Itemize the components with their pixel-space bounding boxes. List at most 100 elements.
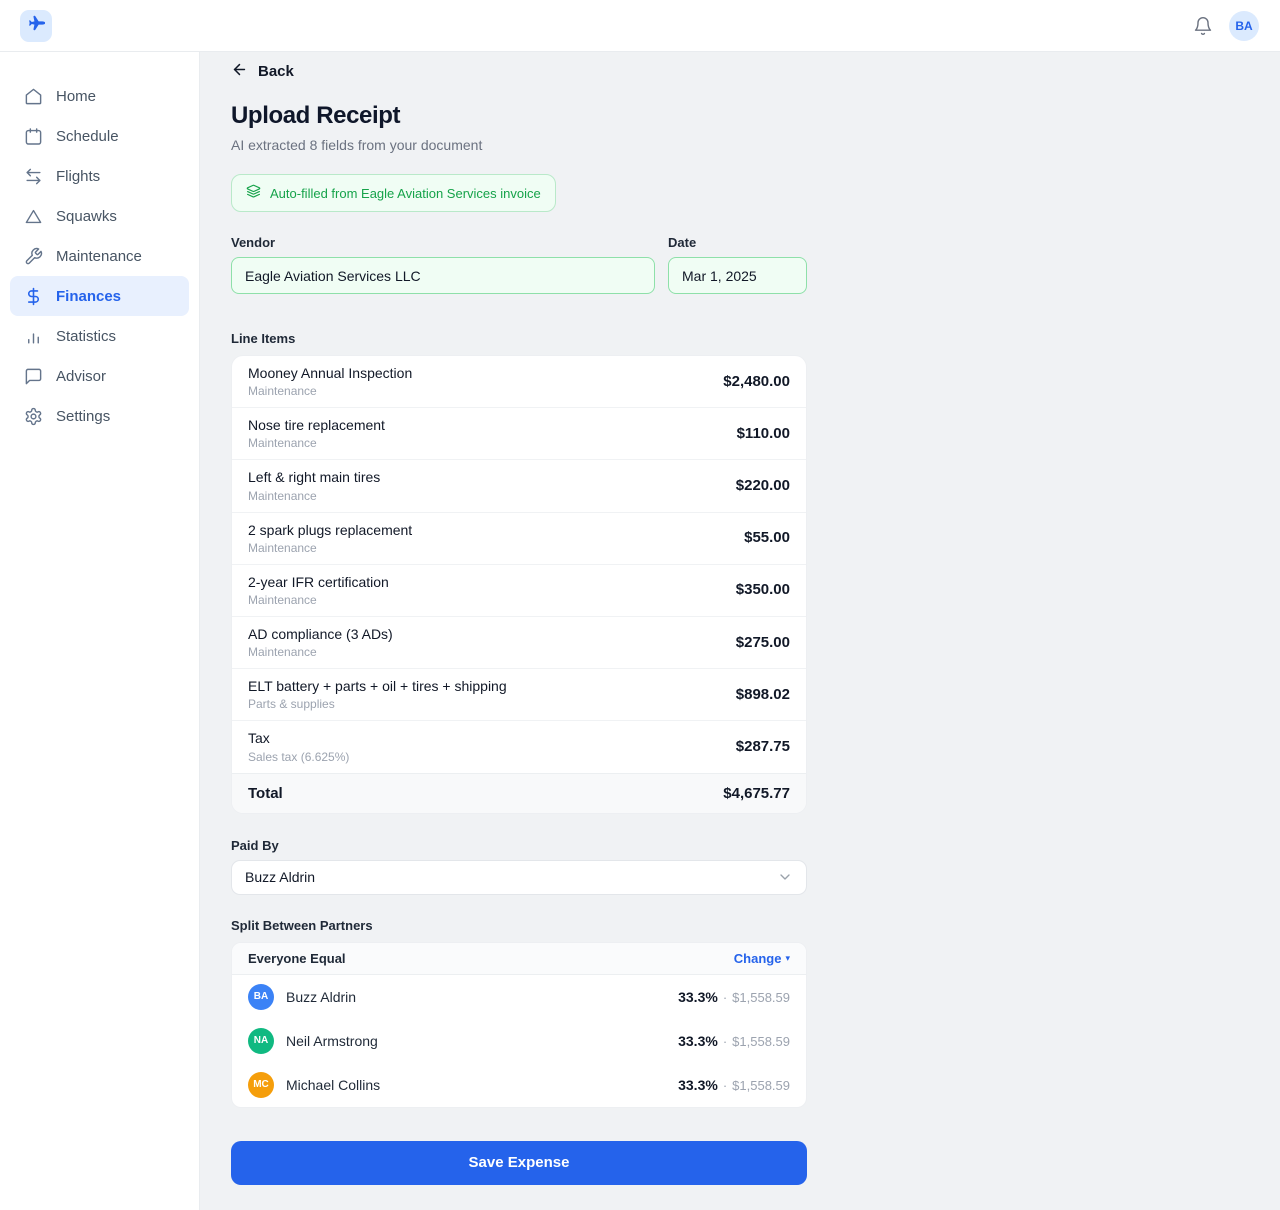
sidebar-item-finances[interactable]: Finances: [10, 276, 189, 316]
partner-share: 33.3% · $1,558.59: [678, 989, 790, 1005]
chevron-down-icon: [777, 869, 793, 885]
line-item-name: Nose tire replacement: [248, 417, 385, 434]
triangle-icon: [24, 207, 43, 226]
partner-percent: 33.3%: [678, 1032, 718, 1049]
line-item-name: 2 spark plugs replacement: [248, 521, 413, 538]
line-items-label: Line Items: [231, 331, 296, 346]
split-label: Split Between Partners: [231, 917, 373, 933]
separator-dot: ·: [722, 1033, 728, 1049]
topbar: BA: [0, 0, 1280, 52]
line-item-row: AD compliance (3 ADs) Maintenance $275.0…: [232, 615, 806, 668]
transfer-arrows-icon: [24, 167, 43, 186]
calendar-icon: [24, 127, 43, 146]
gear-icon: [24, 407, 43, 426]
line-item-category: Maintenance: [248, 592, 317, 607]
line-item-category: Maintenance: [248, 384, 317, 399]
line-item-row: Left & right main tires Maintenance $220…: [232, 459, 806, 511]
sidebar-item-label: Settings: [56, 407, 111, 425]
line-item-amount: $287.75: [735, 737, 790, 755]
separator-dot: ·: [722, 989, 728, 1005]
partner-name: Buzz Aldrin: [286, 988, 357, 1005]
sidebar-item-label: Finances: [56, 287, 122, 305]
line-item-amount: $220.00: [735, 476, 790, 494]
line-item-category: Maintenance: [248, 436, 317, 451]
back-button[interactable]: Back: [231, 61, 294, 82]
sidebar-item-statistics[interactable]: Statistics: [10, 316, 189, 356]
arrow-left-icon: [231, 61, 248, 82]
paid-by-value: Buzz Aldrin: [245, 869, 316, 885]
date-label: Date: [668, 235, 697, 250]
sidebar-item-label: Advisor: [56, 367, 107, 385]
page-title: Upload Receipt: [231, 102, 401, 129]
vendor-input[interactable]: [231, 257, 655, 294]
line-items-card: Mooney Annual Inspection Maintenance $2,…: [231, 355, 807, 814]
sidebar-item-label: Statistics: [56, 327, 117, 345]
app-logo[interactable]: [20, 9, 52, 42]
save-expense-button[interactable]: Save Expense: [231, 1140, 807, 1185]
total-label: Total: [248, 784, 283, 802]
sidebar-item-advisor[interactable]: Advisor: [10, 356, 189, 396]
dollar-icon: [24, 287, 43, 306]
vendor-label: Vendor: [231, 235, 276, 250]
line-item-row: Nose tire replacement Maintenance $110.0…: [232, 407, 806, 459]
line-item-category: Maintenance: [248, 540, 317, 555]
back-label: Back: [258, 63, 294, 80]
line-item-category: Maintenance: [248, 645, 317, 660]
line-item-row: Mooney Annual Inspection Maintenance $2,…: [232, 356, 806, 407]
change-split-button[interactable]: Change ▾: [734, 951, 790, 966]
partner-row: BA Buzz Aldrin 33.3% · $1,558.59: [232, 975, 806, 1019]
split-header: Everyone Equal Change ▾: [232, 942, 806, 975]
chat-bubble-icon: [24, 367, 43, 386]
sidebar-item-label: Squawks: [56, 207, 117, 225]
sidebar-item-settings[interactable]: Settings: [10, 396, 189, 436]
partner-name: Neil Armstrong: [286, 1032, 378, 1049]
sidebar-item-label: Maintenance: [56, 247, 142, 265]
sidebar-item-squawks[interactable]: Squawks: [10, 196, 189, 236]
bar-chart-icon: [24, 327, 43, 346]
line-item-name: ELT battery + parts + oil + tires + ship…: [248, 678, 507, 695]
main-content: Back Upload Receipt AI extracted 8 field…: [200, 52, 1280, 1210]
line-item-row: 2 spark plugs replacement Maintenance $5…: [232, 511, 806, 564]
avatar: NA: [248, 1027, 274, 1054]
avatar: BA: [248, 983, 274, 1010]
sidebar-item-label: Schedule: [56, 127, 119, 145]
split-mode: Everyone Equal: [248, 950, 346, 966]
autofill-badge-label: Auto-filled from Eagle Aviation Services…: [270, 185, 541, 201]
line-item-amount: $110.00: [736, 424, 790, 442]
sidebar-item-label: Flights: [56, 167, 101, 185]
sidebar-item-label: Home: [56, 87, 97, 105]
user-avatar[interactable]: BA: [1229, 10, 1259, 41]
line-item-row: Tax Sales tax (6.625%) $287.75: [232, 720, 806, 772]
bell-icon[interactable]: [1193, 16, 1213, 36]
partner-percent: 33.3%: [678, 988, 718, 1005]
line-item-name: 2-year IFR certification: [248, 573, 389, 590]
sidebar: Home Schedule Flights Squawks Maintenanc…: [0, 52, 200, 1210]
line-item-name: AD compliance (3 ADs): [248, 625, 393, 642]
partner-row: MC Michael Collins 33.3% · $1,558.59: [232, 1063, 806, 1107]
change-label: Change: [733, 950, 782, 966]
line-item-amount: $2,480.00: [723, 372, 790, 390]
partner-amount: $1,558.59: [732, 989, 790, 1005]
line-item-category: Parts & supplies: [248, 697, 335, 712]
line-item-amount: $350.00: [735, 581, 790, 599]
sidebar-item-home[interactable]: Home: [10, 76, 189, 116]
separator-dot: ·: [722, 1077, 728, 1093]
date-input[interactable]: [668, 257, 807, 294]
paid-by-select[interactable]: Buzz Aldrin: [231, 859, 807, 895]
sidebar-item-schedule[interactable]: Schedule: [10, 116, 189, 156]
line-item-amount: $275.00: [735, 633, 790, 651]
paid-by-label: Paid By: [231, 837, 279, 853]
sidebar-item-maintenance[interactable]: Maintenance: [10, 236, 189, 276]
autofill-badge: Auto-filled from Eagle Aviation Services…: [231, 174, 556, 212]
line-item-name: Left & right main tires: [248, 469, 381, 486]
line-item-name: Tax: [248, 730, 270, 747]
line-item-category: Sales tax (6.625%): [248, 749, 350, 764]
topbar-actions: BA: [1193, 10, 1259, 41]
partner-share: 33.3% · $1,558.59: [678, 1033, 790, 1049]
partner-name: Michael Collins: [286, 1076, 381, 1093]
partner-amount: $1,558.59: [732, 1033, 790, 1049]
sidebar-item-flights[interactable]: Flights: [10, 156, 189, 196]
home-icon: [24, 87, 43, 106]
page-subtitle: AI extracted 8 fields from your document: [231, 137, 483, 153]
line-item-name: Mooney Annual Inspection: [248, 365, 413, 381]
